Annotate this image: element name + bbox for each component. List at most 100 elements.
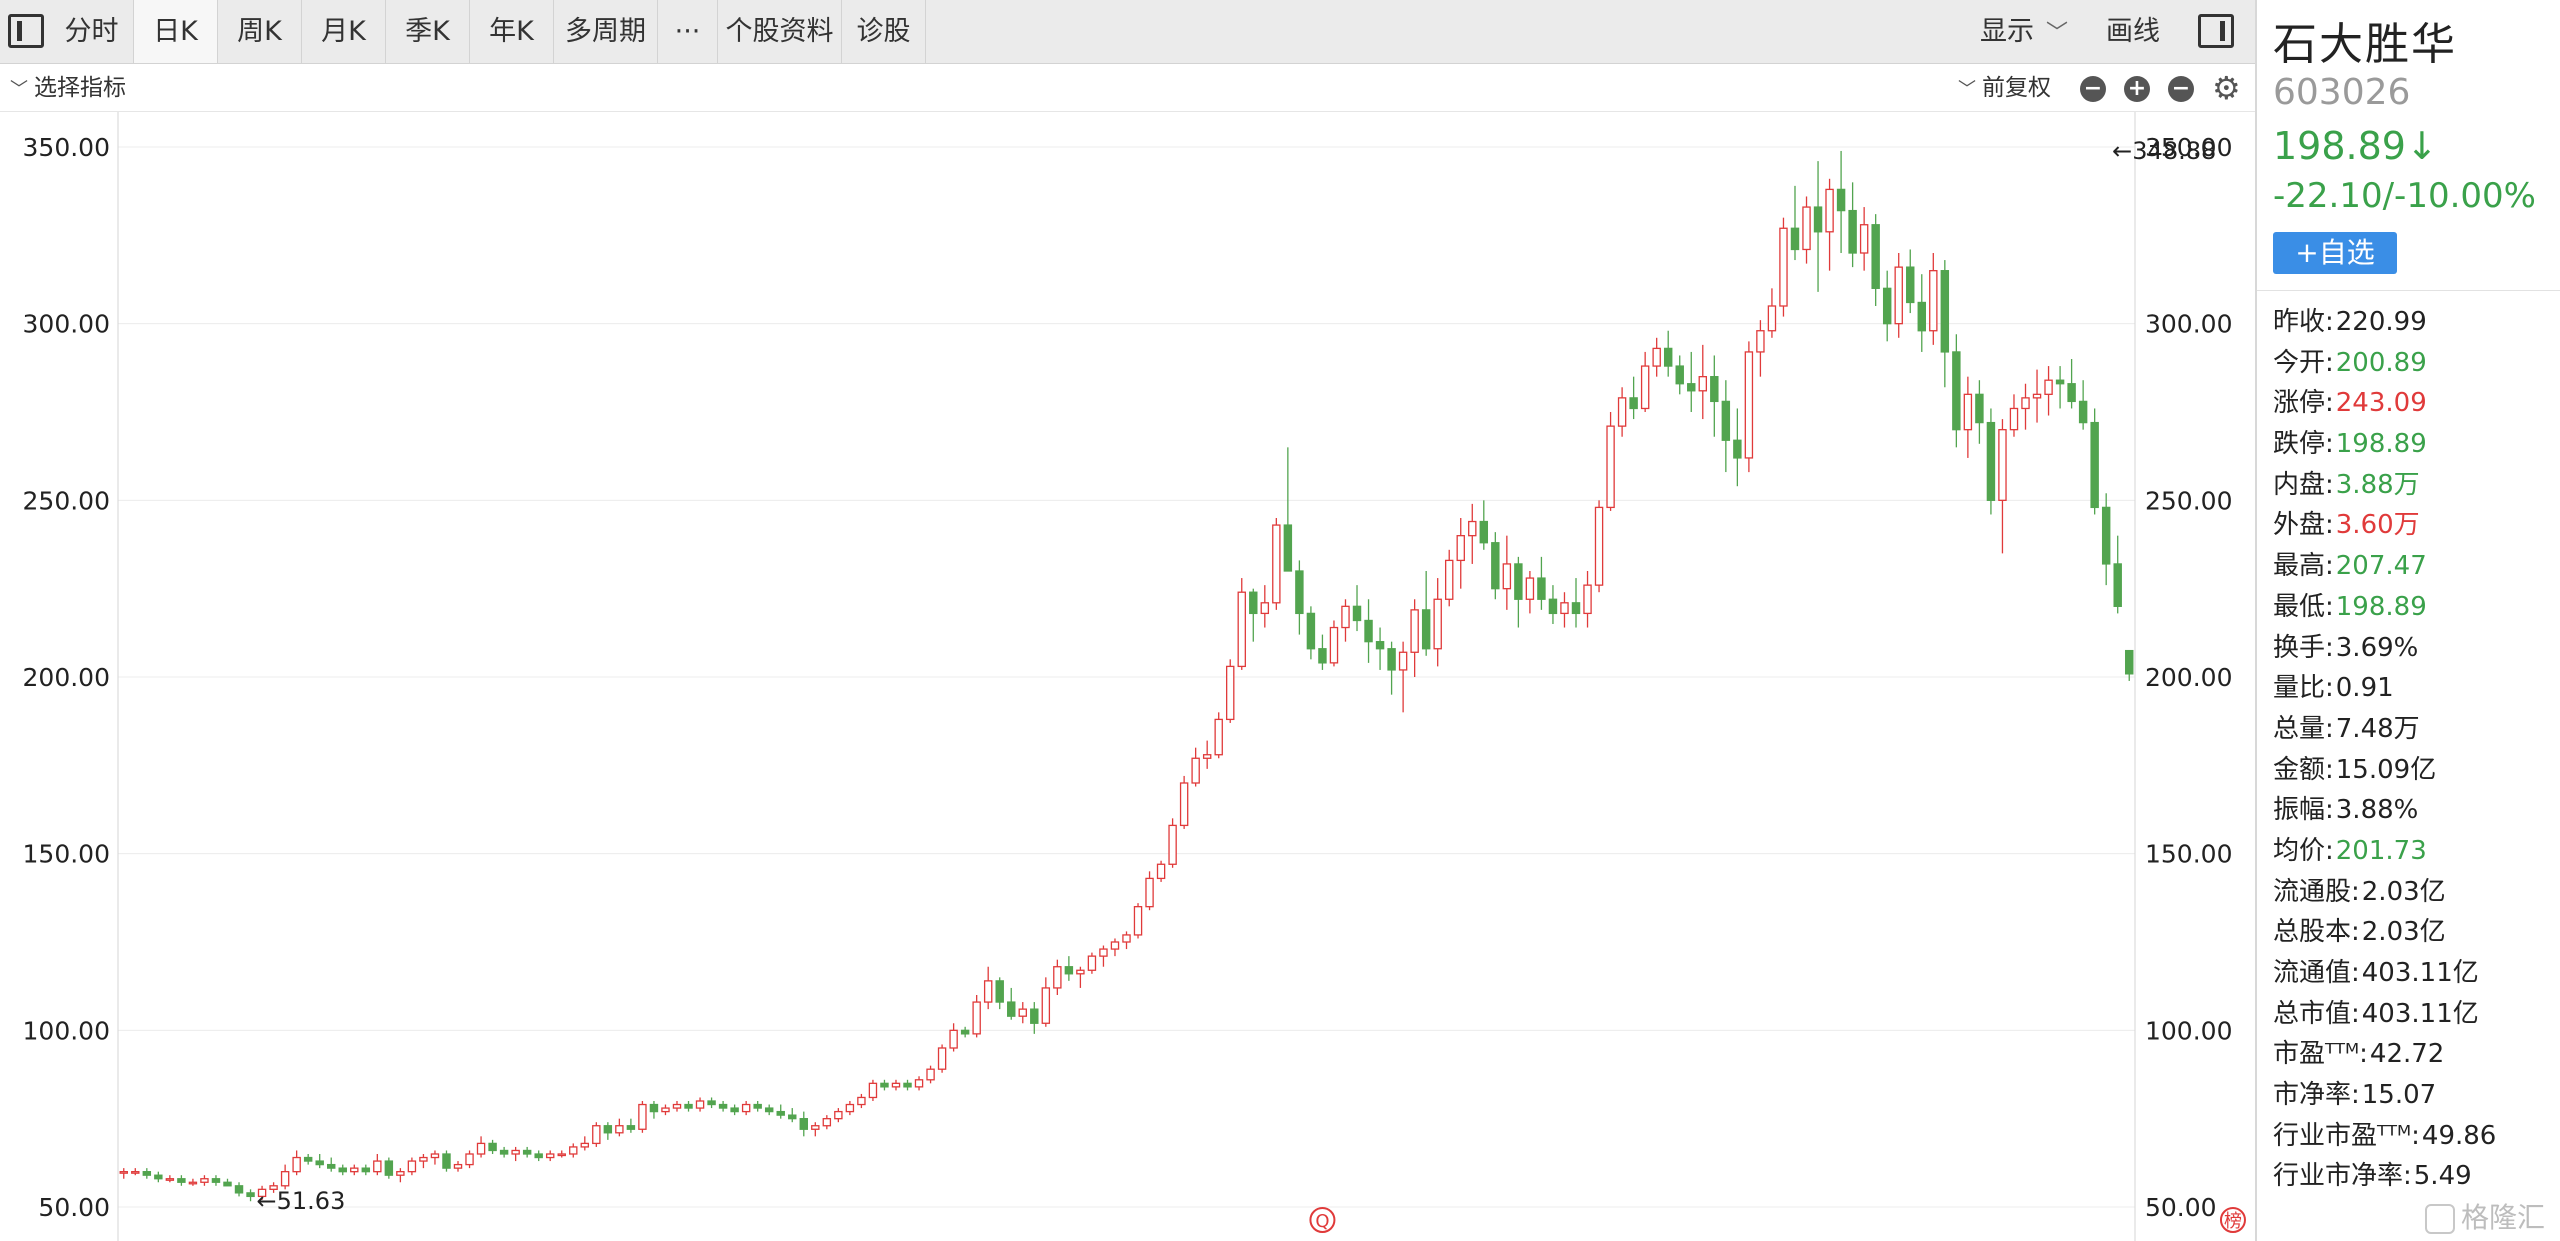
- indicator-select[interactable]: ﹀ 选择指标: [10, 64, 126, 112]
- candle-body: [868, 1082, 878, 1099]
- candle-body: [707, 1100, 716, 1106]
- candle: [200, 1175, 209, 1186]
- candle-body: [1375, 641, 1385, 650]
- candle: [1744, 341, 1754, 473]
- candle: [1133, 903, 1143, 939]
- candle: [1479, 500, 1489, 550]
- candle-body: [1214, 718, 1223, 756]
- tab-stock-diagnosis[interactable]: 诊股: [842, 0, 926, 63]
- y-tick-label-right: 250.00: [2145, 486, 2232, 515]
- candle-body: [891, 1082, 901, 1088]
- candle-body: [407, 1160, 417, 1173]
- candle: [419, 1154, 428, 1169]
- candle: [1790, 185, 1800, 261]
- collapse-icon[interactable]: −: [2168, 76, 2194, 102]
- stat-value: 3.60万: [2335, 510, 2420, 541]
- candle: [223, 1178, 232, 1187]
- candle-body: [534, 1153, 543, 1159]
- candle-body: [1283, 524, 1293, 572]
- candle: [442, 1150, 451, 1172]
- candle-body: [914, 1079, 924, 1088]
- candle-body: [476, 1142, 486, 1155]
- candle-body: [384, 1160, 394, 1176]
- candle: [557, 1150, 566, 1158]
- candle-body: [1145, 877, 1154, 908]
- candle-body: [350, 1167, 359, 1173]
- candle: [695, 1097, 705, 1112]
- candle-body: [1560, 602, 1569, 615]
- candle: [2078, 380, 2088, 430]
- tab-multi-period[interactable]: 多周期: [554, 0, 658, 63]
- candle: [2021, 383, 2030, 430]
- stat-row: 市盈ᵀᵀᴹ:42.72: [2273, 1034, 2496, 1075]
- candle-body: [1237, 591, 1246, 668]
- stat-value: 0.91: [2335, 673, 2394, 704]
- candle-body: [1606, 425, 1615, 509]
- candle: [2113, 535, 2122, 614]
- candle-body: [1260, 602, 1270, 615]
- candle: [1076, 966, 1085, 988]
- draw-line-button[interactable]: 画线: [2106, 0, 2160, 63]
- candle-body: [1502, 563, 1512, 590]
- candle: [1640, 351, 1650, 412]
- candle-body: [1779, 227, 1788, 307]
- candle: [396, 1168, 405, 1183]
- stat-label: 流通值:: [2273, 958, 2360, 988]
- chart-candles: [119, 150, 2134, 1202]
- tab-intraday[interactable]: 分时: [50, 0, 134, 63]
- candlestick-chart[interactable]: 350.00 350.00300.00 300.00250.00 250.00200.…: [0, 112, 2255, 1241]
- candle-body: [1710, 376, 1719, 403]
- candle-body: [1306, 612, 1316, 650]
- more-icon[interactable]: ···: [658, 0, 718, 63]
- candle: [764, 1104, 774, 1116]
- tab-daily-k[interactable]: 日K: [134, 0, 218, 63]
- candle-body: [983, 980, 993, 1003]
- y-tick-label-left: 300.00: [23, 310, 110, 339]
- candle: [534, 1150, 543, 1162]
- candle: [1433, 578, 1442, 667]
- candle: [753, 1101, 762, 1112]
- y-tick-label-right: 150.00: [2145, 840, 2232, 869]
- candle-body: [2044, 379, 2053, 395]
- tab-yearly-k[interactable]: 年K: [470, 0, 554, 63]
- candle: [684, 1101, 693, 1112]
- chevron-down-icon: ﹀: [1958, 79, 1976, 100]
- stat-row: 行业市盈ᵀᵀᴹ:49.86: [2273, 1116, 2496, 1157]
- candle-body: [142, 1171, 152, 1176]
- candle: [1537, 556, 1546, 610]
- tab-weekly-k[interactable]: 周K: [218, 0, 302, 63]
- watermark-logo-icon: [2425, 1204, 2455, 1234]
- extreme-price-label: ←51.63: [257, 1187, 346, 1215]
- tab-stock-profile[interactable]: 个股资料: [718, 0, 842, 63]
- candle: [638, 1101, 647, 1133]
- tab-monthly-k[interactable]: 月K: [302, 0, 386, 63]
- zoom-in-icon[interactable]: +: [2124, 76, 2150, 102]
- candle-body: [1963, 393, 1973, 431]
- candle: [1168, 818, 1177, 868]
- candle-body: [926, 1068, 935, 1081]
- left-panel-toggle-icon[interactable]: [8, 14, 44, 48]
- candle: [1283, 447, 1293, 572]
- right-panel-toggle-icon[interactable]: [2198, 14, 2234, 48]
- stock-change: -22.10/-10.00%: [2273, 176, 2536, 216]
- display-menu[interactable]: 显示 ﹀: [1980, 0, 2068, 63]
- candle: [2101, 493, 2111, 586]
- candle-body: [1952, 351, 1961, 431]
- tab-quarterly-k[interactable]: 季K: [386, 0, 470, 63]
- candle-body: [2125, 649, 2134, 675]
- gear-icon[interactable]: ⚙: [2212, 70, 2241, 106]
- candle-body: [1836, 188, 1846, 212]
- add-watchlist-button[interactable]: +自选: [2273, 232, 2397, 274]
- stat-row: 最高:207.47: [2273, 546, 2496, 587]
- candle: [1998, 419, 2007, 554]
- price-adjust-select[interactable]: ﹀ 前复权: [1958, 64, 2051, 112]
- candle: [131, 1168, 140, 1176]
- candle-body: [1122, 934, 1131, 943]
- candle-body: [373, 1160, 382, 1173]
- candle: [430, 1150, 440, 1165]
- event-marker-label: Q: [1315, 1211, 1329, 1232]
- zoom-out-icon[interactable]: −: [2080, 76, 2106, 102]
- stat-row: 流通股:2.03亿: [2273, 872, 2496, 913]
- candle-body: [2090, 421, 2099, 509]
- stat-row: 总量:7.48万: [2273, 709, 2496, 750]
